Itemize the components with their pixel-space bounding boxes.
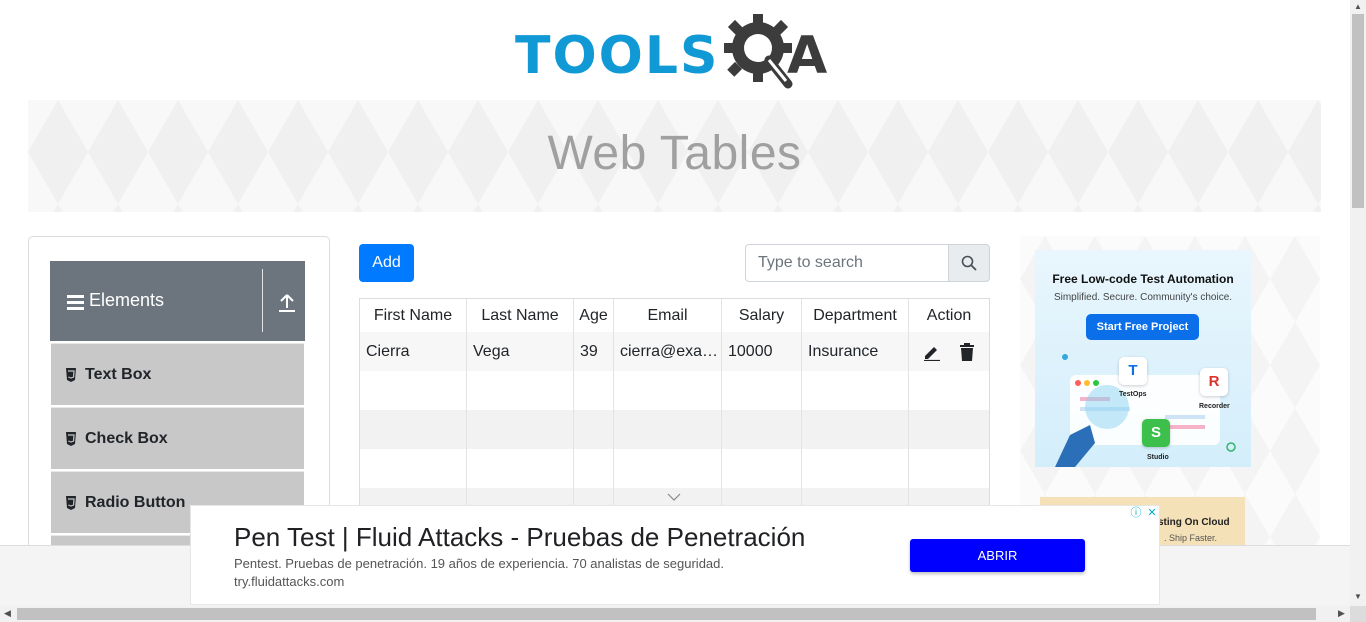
search-button[interactable] — [948, 244, 990, 282]
recorder-label: Recorder — [1199, 403, 1230, 410]
adchoices[interactable]: ⓘ ✕ — [1129, 506, 1161, 520]
sidebar-item-check-box[interactable]: Check Box — [51, 407, 304, 469]
table-header: First Name Last Name Age Email Salary De… — [360, 299, 989, 334]
adchoices-info-icon[interactable]: ⓘ — [1129, 506, 1143, 520]
header-age[interactable]: Age — [574, 299, 614, 332]
horizontal-scroll-thumb[interactable] — [17, 608, 1316, 620]
toolsqa-logo[interactable]: TOOLS A — [515, 14, 840, 92]
delete-trash-icon[interactable] — [959, 342, 975, 361]
scroll-up-arrow-icon[interactable]: ▲ — [1354, 2, 1362, 11]
header-last-name[interactable]: Last Name — [467, 299, 574, 332]
scroll-down-arrow-icon[interactable]: ▼ — [1354, 592, 1362, 601]
sidebar-item-label: Check Box — [85, 429, 168, 447]
sidebar-group-elements[interactable]: Elements — [50, 261, 305, 341]
sidebar-item-text-box[interactable]: Text Box — [51, 343, 304, 405]
header-salary[interactable]: Salary — [722, 299, 802, 332]
ad-title: Free Low-code Test Automation — [1052, 272, 1234, 286]
scrollbar-corner — [1350, 606, 1366, 622]
sidebar-item-label: Text Box — [85, 365, 152, 383]
ad-open-button[interactable]: ABRIR — [910, 539, 1085, 572]
html5-icon — [66, 367, 76, 382]
cell-age: 39 — [574, 332, 614, 371]
cell-department: Insurance — [802, 332, 909, 371]
table-row — [360, 449, 989, 488]
testops-badge: T — [1119, 357, 1147, 385]
cell-last-name: Vega — [467, 332, 574, 371]
html5-icon — [66, 495, 76, 510]
sidebar-item-label: Radio Button — [85, 493, 186, 511]
table-row — [360, 410, 989, 449]
vertical-scroll-thumb[interactable] — [1352, 14, 1364, 208]
cell-email: cierra@example.com — [614, 332, 722, 371]
scroll-right-arrow-icon[interactable]: ▶ — [1338, 608, 1345, 619]
katalon-ad[interactable]: Free Low-code Test Automation Simplified… — [1035, 250, 1251, 467]
logo-text-a: A — [787, 26, 828, 86]
search-input[interactable] — [745, 244, 949, 282]
studio-label: Studio — [1147, 454, 1169, 461]
search-box — [745, 244, 990, 282]
edit-pencil-icon[interactable] — [923, 343, 941, 361]
ad-headline[interactable]: Pen Test | Fluid Attacks - Pruebas de Pe… — [234, 522, 805, 553]
recorder-badge: R — [1200, 368, 1228, 396]
table-row: Cierra Vega 39 cierra@example.com 10000 … — [360, 332, 989, 371]
cell-action — [909, 332, 989, 371]
add-button[interactable]: Add — [359, 244, 414, 282]
page-title: Web Tables — [547, 127, 802, 180]
header-email[interactable]: Email — [614, 299, 722, 332]
horizontal-scrollbar[interactable]: ◀ ▶ — [0, 606, 1350, 622]
search-icon — [961, 255, 977, 271]
gear-magnifier-icon — [724, 14, 793, 89]
ad-url[interactable]: try.fluidattacks.com — [234, 574, 344, 589]
cell-salary: 10000 — [722, 332, 802, 371]
page-banner: Web Tables — [28, 100, 1321, 212]
studio-badge: S — [1142, 419, 1170, 447]
testops-label: TestOps — [1119, 391, 1147, 398]
logo-text-tools: TOOLS — [515, 26, 720, 86]
ad-close-icon[interactable]: ✕ — [1145, 506, 1159, 520]
chevron-down-icon — [667, 493, 681, 501]
ad2-subtitle: . Ship Faster. — [1164, 533, 1218, 543]
ad-subtitle: Simplified. Secure. Community's choice. — [1053, 292, 1233, 303]
header-first-name[interactable]: First Name — [360, 299, 467, 332]
header-action[interactable]: Action — [909, 299, 989, 332]
vertical-scrollbar[interactable]: ▲ ▼ — [1350, 0, 1366, 606]
ad2-title: sting On Cloud — [1158, 517, 1230, 528]
menu-icon — [67, 295, 84, 313]
scroll-left-arrow-icon[interactable]: ◀ — [4, 608, 11, 619]
header-department[interactable]: Department — [802, 299, 909, 332]
cell-first-name: Cierra — [360, 332, 467, 371]
header-divider — [262, 269, 263, 332]
sidebar-group-title: Elements — [89, 290, 165, 310]
collapse-upload-icon[interactable] — [278, 293, 296, 313]
ad-description: Pentest. Pruebas de penetración. 19 años… — [234, 556, 725, 571]
html5-icon — [66, 431, 76, 446]
table-row — [360, 371, 989, 410]
bottom-ad[interactable]: Pen Test | Fluid Attacks - Pruebas de Pe… — [190, 505, 1160, 605]
ad-cta-button[interactable]: Start Free Project — [1086, 314, 1199, 340]
